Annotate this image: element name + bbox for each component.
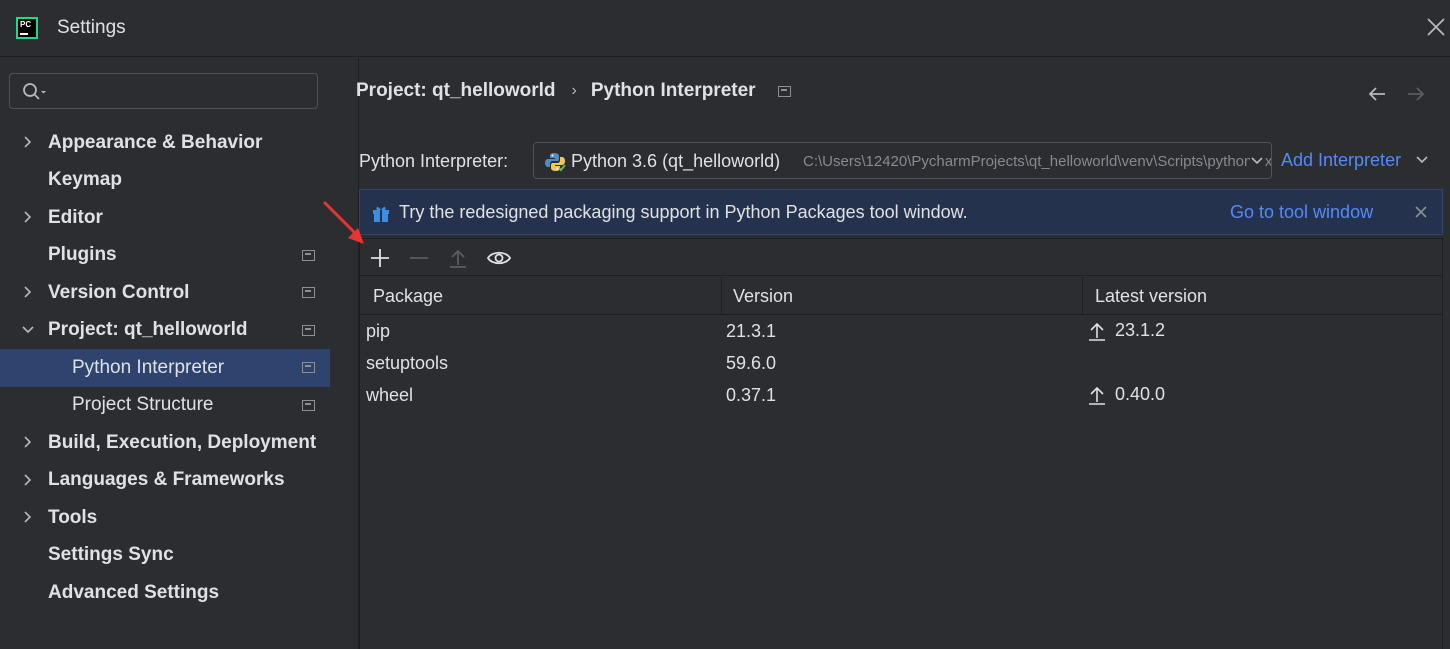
latest-version-text: 0.40.0 (1115, 384, 1166, 404)
sidebar-item-label: Build, Execution, Deployment (48, 431, 317, 453)
sidebar-item-label: Project: qt_helloworld (48, 319, 248, 341)
project-scope-icon (302, 399, 315, 411)
upgrade-available-icon (1089, 322, 1105, 341)
breadcrumb: Project: qt_helloworld › Python Interpre… (356, 80, 791, 102)
annotation-arrow-icon (322, 200, 364, 244)
project-scope-icon (302, 362, 315, 373)
latest-version-text: 23.1.2 (1115, 320, 1166, 340)
sidebar-item-label: Project Structure (72, 394, 214, 416)
table-row[interactable]: setuptools 59.6.0 (360, 348, 1442, 380)
sidebar-item[interactable]: Appearance & Behavior (0, 124, 330, 162)
sidebar-item-label: Settings Sync (48, 544, 174, 566)
sidebar-item[interactable]: Advanced Settings (0, 574, 330, 612)
search-icon (23, 83, 46, 100)
sidebar-item[interactable]: Build, Execution, Deployment (0, 424, 330, 462)
project-scope-icon (302, 249, 315, 261)
upgrade-available-icon (1089, 386, 1105, 405)
chevron-right-icon[interactable] (22, 136, 34, 148)
gift-icon (373, 206, 389, 222)
sidebar-item[interactable]: Project Structure (0, 387, 330, 425)
package-version-cell: 21.3.1 (726, 321, 777, 341)
project-scope-icon (302, 287, 315, 298)
chevron-right-icon[interactable] (22, 511, 34, 523)
settings-sidebar: Appearance & Behavior Keymap Editor Plugins… (0, 58, 359, 649)
sidebar-item[interactable]: Tools (0, 499, 330, 537)
sidebar-item[interactable]: Version Control (0, 274, 330, 312)
project-scope-icon (777, 85, 791, 97)
python-icon (545, 153, 566, 172)
banner-text: Try the redesigned packaging support in … (399, 202, 968, 222)
chevron-right-icon[interactable] (22, 473, 34, 486)
interpreter-path: C:\Users\12420\PycharmProjects\qt_hellow… (803, 153, 1272, 170)
sidebar-item[interactable]: Editor (0, 199, 330, 237)
sidebar-item[interactable]: Python Interpreter (0, 349, 330, 387)
close-icon[interactable] (1414, 205, 1428, 219)
package-version-cell: 0.37.1 (726, 385, 777, 405)
package-name-cell: pip (366, 321, 391, 341)
package-name-cell: setuptools (366, 353, 449, 373)
interpreter-label: Python Interpreter: (359, 151, 509, 171)
table-row[interactable]: pip 21.3.1 23.1.2 (360, 316, 1442, 348)
column-divider[interactable] (1082, 277, 1083, 315)
sidebar-item-label: Python Interpreter (72, 356, 225, 378)
add-interpreter-chevron-icon[interactable] (1415, 155, 1429, 165)
chevron-down-icon[interactable] (22, 324, 34, 336)
main-panel: Project: qt_helloworld › Python Interpre… (356, 58, 1450, 649)
chevron-right-icon[interactable] (22, 286, 34, 298)
column-divider[interactable] (721, 277, 722, 315)
sidebar-item[interactable]: Languages & Frameworks (0, 462, 330, 500)
table-row[interactable]: wheel 0.37.1 0.40.0 (360, 380, 1442, 412)
remove-icon[interactable] (408, 247, 430, 269)
settings-tree: Appearance & Behavior Keymap Editor Plugins… (0, 124, 359, 612)
sidebar-item[interactable]: Plugins (0, 237, 330, 275)
forward-arrow-icon[interactable] (1405, 84, 1427, 104)
sidebar-item[interactable]: Keymap (0, 162, 330, 200)
interpreter-name: Python 3.6 (qt_helloworld) (571, 151, 781, 171)
breadcrumb-separator: › (571, 82, 577, 99)
column-header-latest-version[interactable]: Latest version (1095, 286, 1207, 307)
project-scope-icon (302, 324, 315, 336)
packages-table-body: pip 21.3.1 23.1.2 setuptools 59.6.0 wheel 0.37… (360, 316, 1442, 412)
sidebar-item-label: Editor (48, 206, 103, 228)
sidebar-item-label: Version Control (48, 281, 190, 303)
eye-icon[interactable] (486, 247, 512, 269)
window-title: Settings (57, 17, 126, 38)
breadcrumb-parent[interactable]: Project: qt_helloworld (356, 80, 556, 102)
add-interpreter-link[interactable]: Add Interpreter (1281, 150, 1401, 171)
pycharm-logo-icon: PC (16, 17, 38, 39)
package-name-cell: wheel (366, 385, 414, 405)
package-latest-version-cell: 0.40.0 (1087, 384, 1165, 405)
sidebar-item-label: Languages & Frameworks (48, 469, 285, 491)
logo-text: PC (18, 19, 36, 37)
package-latest-version-cell: 23.1.2 (1087, 320, 1165, 341)
column-header-version[interactable]: Version (733, 286, 793, 307)
settings-search-input[interactable] (9, 73, 318, 109)
title-bar: PC Settings (0, 0, 1450, 57)
column-header-package[interactable]: Package (373, 286, 443, 307)
chevron-right-icon[interactable] (22, 211, 34, 223)
packages-toolbar (360, 239, 1442, 276)
close-window-icon[interactable] (1424, 14, 1448, 40)
packages-table-header: Package Version Latest version (360, 277, 1442, 315)
packaging-banner: Try the redesigned packaging support in … (359, 189, 1443, 235)
sidebar-item[interactable]: Project: qt_helloworld (0, 312, 330, 350)
sidebar-item-label: Plugins (48, 244, 117, 266)
sidebar-item-label: Appearance & Behavior (48, 131, 263, 153)
upgrade-icon[interactable] (447, 247, 469, 269)
chevron-right-icon[interactable] (22, 436, 34, 448)
packages-panel: Package Version Latest version pip 21.3.1… (359, 238, 1443, 649)
sidebar-item-label: Keymap (48, 169, 122, 191)
breadcrumb-current: Python Interpreter (590, 80, 756, 101)
sidebar-item-label: Advanced Settings (48, 581, 220, 603)
go-to-tool-window-link[interactable]: Go to tool window (1230, 202, 1373, 223)
add-icon[interactable] (369, 247, 391, 269)
package-version-cell: 59.6.0 (726, 353, 777, 373)
sidebar-item[interactable]: Settings Sync (0, 537, 330, 575)
sidebar-item-label: Tools (48, 506, 98, 528)
back-arrow-icon[interactable] (1366, 84, 1388, 104)
interpreter-select[interactable]: Python 3.6 (qt_helloworld) C:\Users\1242… (533, 142, 1272, 179)
chevron-down-icon (1250, 156, 1264, 166)
